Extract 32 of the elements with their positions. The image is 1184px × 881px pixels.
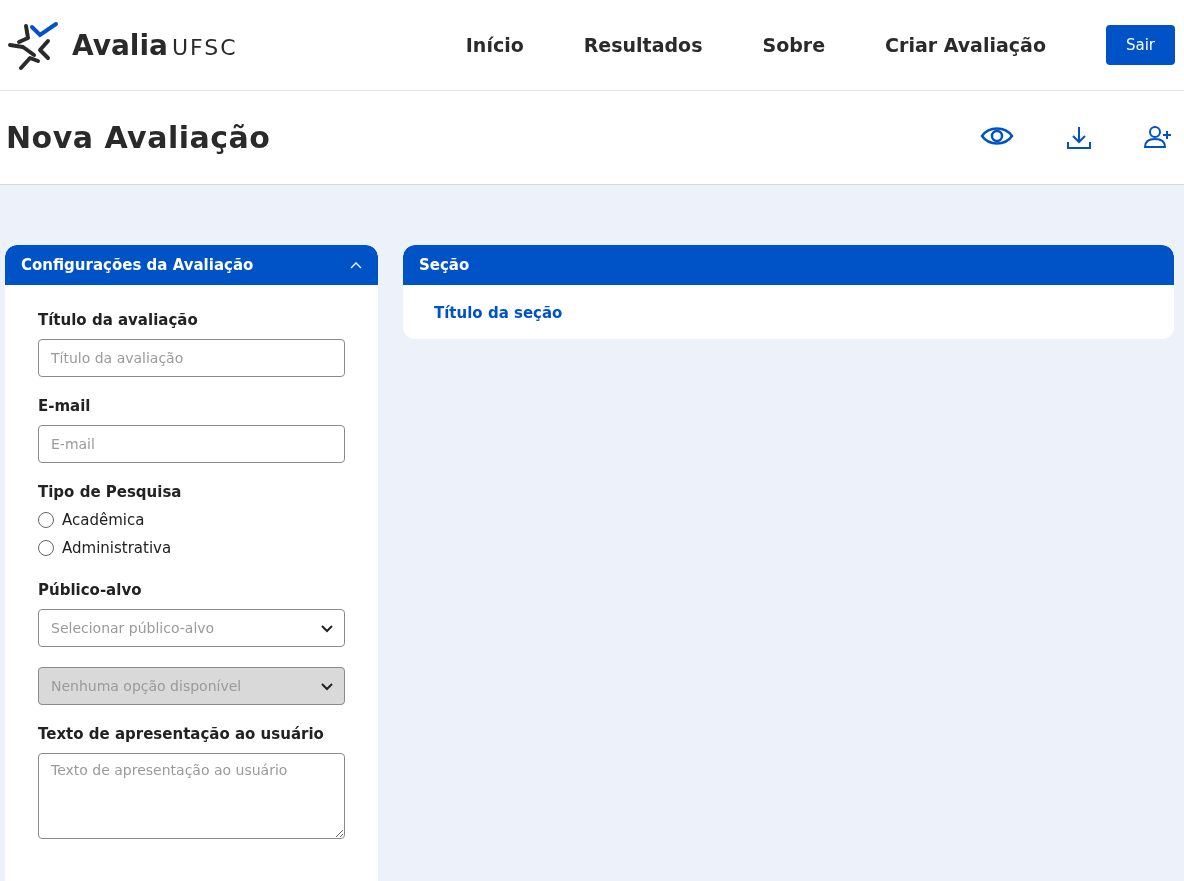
download-button[interactable]	[1066, 124, 1092, 151]
panel-title: Seção	[419, 256, 470, 274]
section-title[interactable]: Título da seção	[434, 304, 563, 322]
field-label: Público-alvo	[38, 581, 143, 599]
nav-link[interactable]: Início	[465, 34, 524, 56]
logo-text: Avalia	[72, 28, 168, 62]
text-input[interactable]: E-mail	[38, 425, 345, 463]
radio-button[interactable]	[38, 512, 54, 528]
field-label: Tipo de Pesquisa	[38, 483, 183, 501]
nav-link[interactable]: Criar Avaliação	[885, 34, 1046, 56]
radio-label: Acadêmica	[62, 511, 145, 529]
field-label: Título da avaliação	[38, 311, 199, 329]
logo-suffix: UFSC	[171, 34, 238, 60]
download-icon	[1066, 124, 1092, 151]
logout-button[interactable]: Sair	[1105, 25, 1175, 65]
panel-title: Configurações da Avaliação	[21, 256, 254, 274]
page-title: Nova Avaliação	[6, 120, 272, 155]
field-label: E-mail	[38, 397, 92, 415]
collapse-button[interactable]	[350, 261, 362, 269]
text-input[interactable]: Título da avaliação	[38, 339, 345, 377]
chevron-down-icon	[320, 623, 334, 633]
eye-icon	[980, 124, 1014, 147]
field-label: Texto de apresentação ao usuário	[38, 725, 325, 743]
add-user-button[interactable]	[1144, 124, 1172, 151]
chevron-icon	[350, 261, 362, 269]
radio-button[interactable]	[38, 540, 54, 556]
radio-label: Administrativa	[62, 539, 172, 557]
text-area[interactable]: Texto de apresentação ao usuário	[38, 753, 345, 839]
nav-link[interactable]: Sobre	[762, 34, 826, 56]
nav-link[interactable]: Resultados	[583, 34, 703, 56]
user-plus-icon	[1144, 124, 1172, 149]
chevron-down-icon	[320, 681, 334, 691]
